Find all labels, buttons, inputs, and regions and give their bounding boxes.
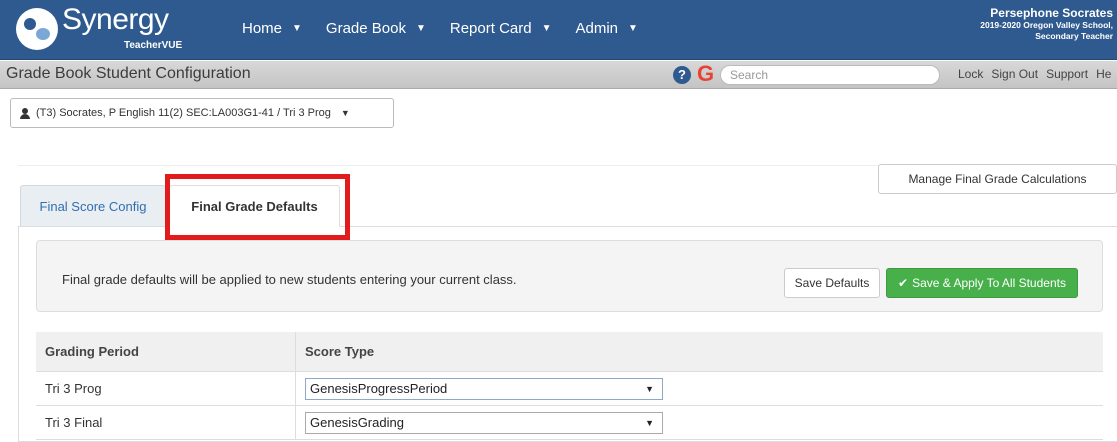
caret-down-icon: ▼ <box>415 23 426 34</box>
page-title: Grade Book Student Configuration <box>6 65 251 82</box>
user-school: 2019-2020 Oregon Valley School, <box>980 20 1113 30</box>
score-type-select[interactable]: GenesisProgressPeriod ▼ <box>305 377 663 400</box>
google-icon[interactable]: G <box>697 62 714 86</box>
row-score-type-cell: GenesisGrading ▼ <box>296 406 1103 439</box>
dropdown-arrow-icon: ▼ <box>645 417 654 428</box>
nav-admin-label: Admin <box>575 20 619 37</box>
header-score-type: Score Type <box>305 344 375 359</box>
caret-down-icon: ▼ <box>541 23 552 34</box>
top-navbar: Synergy TeacherVUE Home ▼ Grade Book ▼ R… <box>0 0 1117 60</box>
save-apply-all-button[interactable]: ✔ Save & Apply To All Students <box>886 268 1078 298</box>
synergy-logo[interactable]: Synergy TeacherVUE <box>16 3 206 56</box>
caret-down-icon: ▼ <box>628 23 638 34</box>
notice-text: Final grade defaults will be applied to … <box>62 272 517 287</box>
synergy-logo-icon <box>16 8 58 50</box>
score-type-select[interactable]: GenesisGrading ▼ <box>305 411 663 434</box>
grading-period-table: Grading Period Score Type Tri 3 Prog Gen… <box>36 332 1103 440</box>
brand-sub: TeacherVUE <box>124 40 183 51</box>
user-role: Secondary Teacher <box>1035 31 1113 41</box>
checkmark-icon: ✔ <box>898 276 909 290</box>
nav-grade-book[interactable]: Grade Book ▼ <box>314 20 438 37</box>
save-defaults-button[interactable]: Save Defaults <box>784 268 880 298</box>
red-highlight-box <box>165 174 350 240</box>
nav-report-card[interactable]: Report Card ▼ <box>438 20 564 37</box>
nav-admin[interactable]: Admin ▼ <box>563 20 649 37</box>
nav-report-card-label: Report Card <box>449 20 532 37</box>
page-titlebar: Grade Book Student Configuration ? G Sea… <box>0 61 1117 89</box>
row-period: Tri 3 Prog <box>36 372 296 405</box>
row-score-type-cell: GenesisProgressPeriod ▼ <box>296 372 1103 405</box>
nav-home-label: Home <box>242 20 283 37</box>
class-selector-value: (T3) Socrates, P English 11(2) SEC:LA003… <box>36 107 331 119</box>
sign-out-link[interactable]: Sign Out <box>991 67 1038 81</box>
lock-link[interactable]: Lock <box>958 67 983 81</box>
caret-down-icon: ▼ <box>292 23 302 34</box>
header-grading-period: Grading Period <box>36 332 296 371</box>
caret-down-icon: ▼ <box>340 108 350 118</box>
table-row: Tri 3 Prog GenesisProgressPeriod ▼ <box>36 372 1103 406</box>
user-name: Persephone Socrates <box>990 6 1113 20</box>
nav-home[interactable]: Home ▼ <box>230 20 314 37</box>
support-link[interactable]: Support <box>1046 67 1088 81</box>
main-nav: Home ▼ Grade Book ▼ Report Card ▼ Admin … <box>230 20 650 37</box>
help-link[interactable]: He <box>1096 67 1111 81</box>
table-row: Tri 3 Final GenesisGrading ▼ <box>36 406 1103 440</box>
dropdown-arrow-icon: ▼ <box>645 383 654 394</box>
brand-name: Synergy <box>62 3 169 36</box>
defaults-notice: Final grade defaults will be applied to … <box>36 240 1103 312</box>
tab-final-score-config[interactable]: Final Score Config <box>20 185 166 227</box>
score-type-value: GenesisGrading <box>310 415 404 430</box>
user-info[interactable]: Persephone Socrates 2019-2020 Oregon Val… <box>980 6 1113 42</box>
person-icon <box>20 107 30 119</box>
utility-links: Lock Sign Out Support He <box>958 67 1111 81</box>
nav-grade-book-label: Grade Book <box>325 20 406 37</box>
manage-final-grade-calculations-button[interactable]: Manage Final Grade Calculations <box>878 164 1117 194</box>
class-selector-dropdown[interactable]: (T3) Socrates, P English 11(2) SEC:LA003… <box>10 98 394 128</box>
search-input[interactable]: Search <box>720 65 940 85</box>
row-period: Tri 3 Final <box>36 406 296 439</box>
table-header: Grading Period Score Type <box>36 332 1103 372</box>
help-icon[interactable]: ? <box>673 66 691 84</box>
save-apply-label: Save & Apply To All Students <box>912 276 1066 290</box>
score-type-value: GenesisProgressPeriod <box>310 381 448 396</box>
